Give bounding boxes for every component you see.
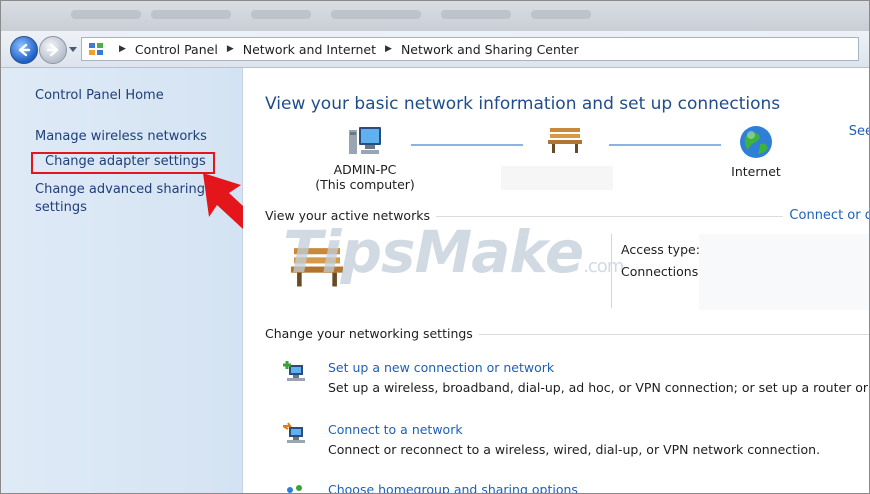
connect-or-disconnect-link[interactable]: Connect or d bbox=[783, 208, 869, 223]
task-setup-connection: Set up a new connection or network Set u… bbox=[283, 360, 870, 400]
back-arrow-icon bbox=[18, 43, 31, 57]
breadcrumb-network-and-internet[interactable]: Network and Internet bbox=[243, 42, 376, 57]
globe-icon bbox=[740, 126, 772, 158]
left-pane: Control Panel Home Manage wireless netwo… bbox=[1, 68, 243, 493]
task-connect-network: Connect to a network Connect or reconnec… bbox=[283, 422, 869, 462]
connect-network-description: Connect or reconnect to a wireless, wire… bbox=[328, 442, 821, 457]
networking-settings-label: Change your networking settings bbox=[265, 326, 479, 341]
setup-connection-description: Set up a wireless, broadband, dial-up, a… bbox=[328, 380, 870, 395]
manage-wireless-networks-link[interactable]: Manage wireless networks bbox=[35, 129, 207, 144]
homegroup-link[interactable]: Choose homegroup and sharing options bbox=[328, 482, 578, 493]
breadcrumb-network-sharing-center[interactable]: Network and Sharing Center bbox=[401, 42, 579, 57]
change-advanced-sharing-settings-link[interactable]: Change advanced sharing settings bbox=[35, 181, 215, 217]
network-name-blurred bbox=[501, 166, 613, 190]
connect-network-icon bbox=[283, 422, 305, 443]
recent-pages-dropdown[interactable] bbox=[69, 47, 77, 52]
task-homegroup: Choose homegroup and sharing options bbox=[283, 482, 869, 493]
control-panel-home-link[interactable]: Control Panel Home bbox=[35, 88, 164, 103]
setup-connection-link[interactable]: Set up a new connection or network bbox=[328, 360, 554, 375]
forward-arrow-icon bbox=[46, 43, 59, 57]
network-node bbox=[535, 124, 595, 157]
access-type-label: Access type: bbox=[621, 242, 700, 257]
title-bar bbox=[1, 1, 869, 31]
watermark: TipsMake.com bbox=[283, 218, 624, 286]
control-panel-icon bbox=[89, 43, 103, 55]
breadcrumb-control-panel[interactable]: Control Panel bbox=[135, 42, 218, 57]
forward-button[interactable] bbox=[39, 36, 67, 64]
window: ▶ Control Panel ▶ Network and Internet ▶… bbox=[0, 0, 870, 494]
homegroup-icon bbox=[287, 485, 302, 493]
address-bar[interactable]: ▶ Control Panel ▶ Network and Internet ▶… bbox=[81, 37, 859, 61]
see-full-map-link[interactable]: See bbox=[849, 124, 869, 139]
bench-icon bbox=[548, 128, 582, 153]
new-connection-icon bbox=[283, 361, 305, 381]
computer-icon bbox=[349, 127, 381, 154]
internet-node[interactable]: Internet bbox=[721, 124, 791, 179]
network-details-blurred bbox=[699, 234, 869, 310]
chevron-right-icon: ▶ bbox=[226, 44, 234, 54]
back-button[interactable] bbox=[10, 36, 38, 64]
connections-label: Connections: bbox=[621, 264, 703, 279]
page-title: View your basic network information and … bbox=[265, 94, 781, 114]
computer-note: (This computer) bbox=[315, 177, 415, 192]
navigation-bar: ▶ Control Panel ▶ Network and Internet ▶… bbox=[1, 31, 869, 68]
connect-network-link[interactable]: Connect to a network bbox=[328, 422, 463, 437]
this-computer-node: ADMIN-PC (This computer) bbox=[311, 124, 419, 192]
computer-name: ADMIN-PC bbox=[333, 162, 397, 177]
chevron-right-icon: ▶ bbox=[385, 44, 392, 54]
highlight-box bbox=[31, 152, 215, 174]
internet-label: Internet bbox=[731, 164, 781, 179]
chevron-right-icon: ▶ bbox=[119, 44, 126, 54]
main-content: View your basic network information and … bbox=[243, 68, 869, 493]
